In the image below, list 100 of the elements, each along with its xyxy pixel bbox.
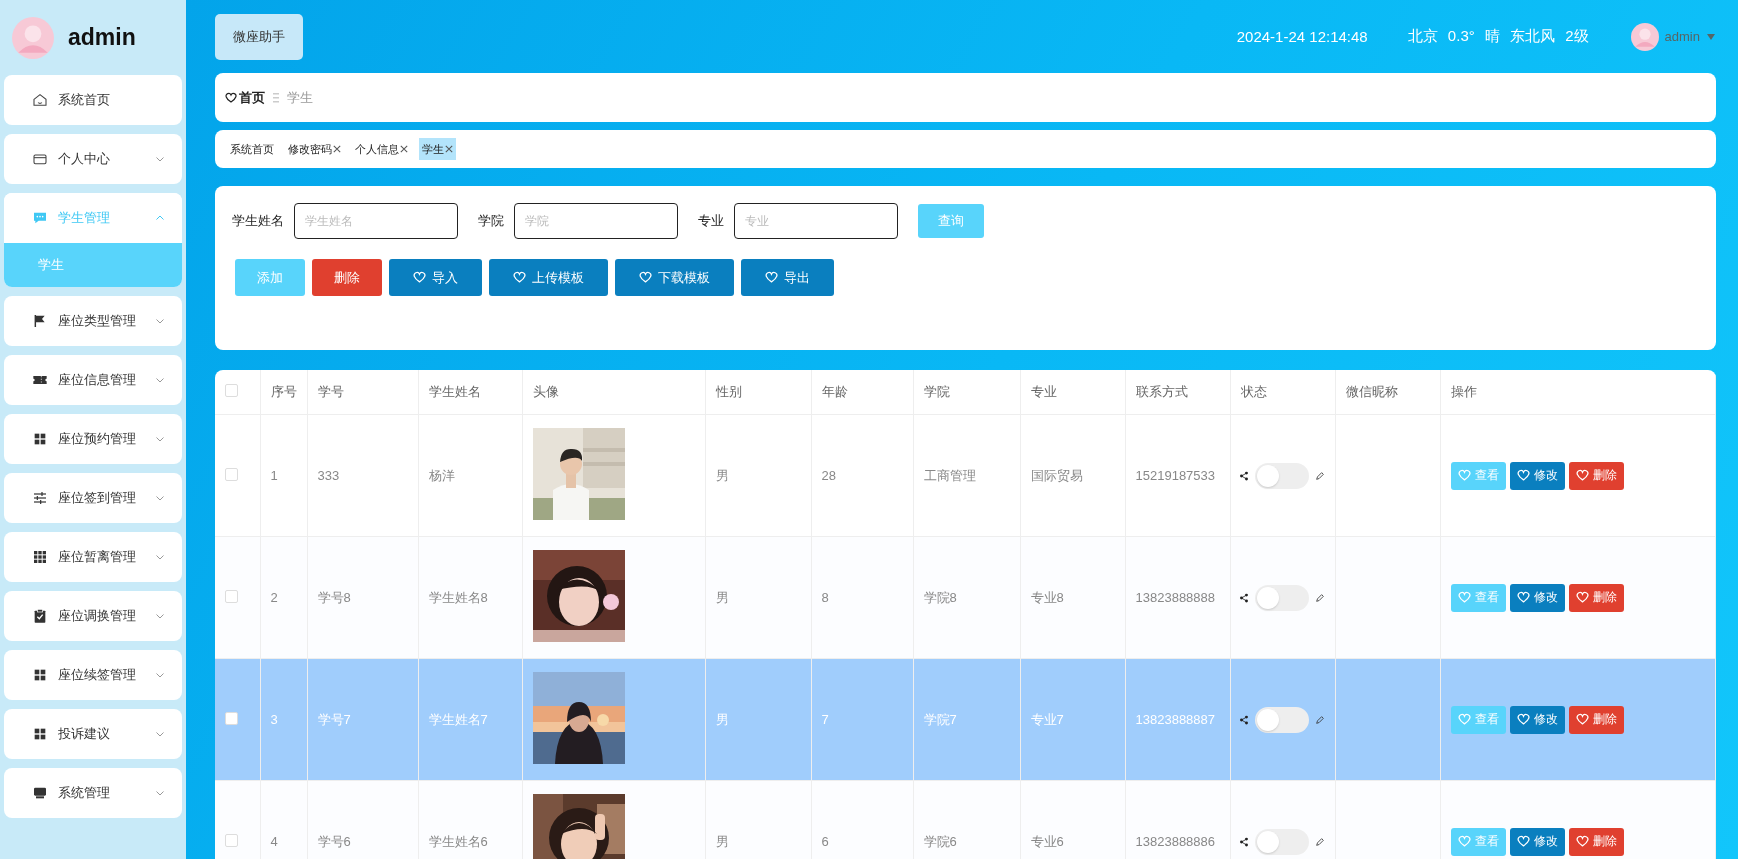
grid-icon xyxy=(32,431,48,447)
column-header: 微信昵称 xyxy=(1335,370,1440,415)
heart-icon xyxy=(765,271,778,284)
close-icon xyxy=(400,145,408,153)
table-cell: 学号6 xyxy=(307,780,418,859)
row-action-button[interactable]: 删除 xyxy=(1568,827,1624,856)
checkbox[interactable] xyxy=(225,589,238,603)
share-icon xyxy=(1238,714,1249,725)
table-cell: 工商管理 xyxy=(913,414,1020,537)
breadcrumb-link[interactable]: 首页 xyxy=(239,88,265,107)
checkbox[interactable] xyxy=(225,833,238,847)
checkbox[interactable] xyxy=(225,711,238,725)
sidebar-item[interactable]: 系统管理 xyxy=(4,768,182,818)
share-icon xyxy=(1238,836,1249,847)
row-action-button[interactable]: 修改 xyxy=(1509,827,1565,856)
heart-icon xyxy=(1457,591,1471,604)
action-button[interactable]: 导出 xyxy=(741,259,834,296)
table-cell: 杨洋 xyxy=(418,414,522,537)
pencil-icon xyxy=(1314,836,1325,847)
heart-icon xyxy=(513,271,526,284)
sidebar-item[interactable]: 个人中心 xyxy=(4,134,182,184)
column-header: 操作 xyxy=(1440,370,1716,415)
heart-icon xyxy=(1575,469,1589,482)
separator-icon xyxy=(273,91,279,104)
checkbox[interactable] xyxy=(225,384,238,397)
column-header: 状态 xyxy=(1230,370,1335,415)
heart-icon xyxy=(1575,713,1589,726)
action-button[interactable]: 下载模板 xyxy=(615,259,734,296)
table-row[interactable]: 3 学号7 学生姓名7 男 7 学院7 专业7 13823888887 查看 修改 删除 xyxy=(215,658,1716,781)
action-button[interactable]: 导入 xyxy=(389,259,482,296)
heart-icon xyxy=(413,271,426,284)
heart-icon xyxy=(1575,835,1589,848)
sidebar-item[interactable]: 系统首页 xyxy=(4,75,182,125)
tab[interactable]: 学生 xyxy=(419,138,456,160)
tab[interactable]: 系统首页 xyxy=(227,138,277,160)
table-cell: 学院8 xyxy=(913,536,1020,659)
table-cell: 男 xyxy=(705,658,811,781)
sidebar-item[interactable]: 座位暂离管理 xyxy=(4,532,182,582)
toggle-switch[interactable] xyxy=(1254,462,1309,489)
column-header: 序号 xyxy=(260,370,307,415)
table-cell: 学院6 xyxy=(913,780,1020,859)
pencil-icon xyxy=(1314,592,1325,603)
sidebar-item[interactable]: 座位签到管理 xyxy=(4,473,182,523)
heart-icon xyxy=(1457,469,1471,482)
action-button[interactable]: 删除 xyxy=(312,259,382,296)
table-cell: 专业8 xyxy=(1020,536,1125,659)
column-header: 学院 xyxy=(913,370,1020,415)
user-menu[interactable]: admin xyxy=(1630,22,1716,51)
tab[interactable]: 修改密码 xyxy=(285,138,344,160)
row-action-button[interactable]: 修改 xyxy=(1509,583,1565,612)
table-cell: 8 xyxy=(811,536,913,659)
search-field[interactable]: 学院 xyxy=(514,203,678,239)
toggle-switch[interactable] xyxy=(1254,706,1309,733)
heart-icon xyxy=(1516,469,1530,482)
row-action-button[interactable]: 修改 xyxy=(1509,461,1565,490)
datetime-text: 2024-1-24 12:14:48 xyxy=(1236,28,1368,45)
field-label: 专业 xyxy=(698,212,724,230)
table-row[interactable]: 1 333 杨洋 男 28 工商管理 国际贸易 15219187533 查看 修改 删除 xyxy=(215,414,1716,537)
search-field[interactable]: 学生姓名 xyxy=(294,203,458,239)
clipboard-icon xyxy=(32,608,48,624)
avatar-icon xyxy=(1630,22,1659,51)
table-cell: 专业6 xyxy=(1020,780,1125,859)
table-row[interactable]: 2 学号8 学生姓名8 男 8 学院8 专业8 13823888888 查看 修改 删除 xyxy=(215,536,1716,659)
table-cell: 国际贸易 xyxy=(1020,414,1125,537)
row-action-button[interactable]: 修改 xyxy=(1509,705,1565,734)
table-row[interactable]: 4 学号6 学生姓名6 男 6 学院6 专业6 13823888886 查看 修改 删除 xyxy=(215,780,1716,859)
column-header: 年龄 xyxy=(811,370,913,415)
row-action-button[interactable]: 删除 xyxy=(1568,583,1624,612)
sidebar-item[interactable]: 座位续签管理 xyxy=(4,650,182,700)
toggle-switch[interactable] xyxy=(1254,584,1309,611)
row-action-button[interactable]: 删除 xyxy=(1568,705,1624,734)
checkbox[interactable] xyxy=(225,467,238,481)
sidebar-item[interactable]: 投诉建议 xyxy=(4,709,182,759)
table-cell: 28 xyxy=(811,414,913,537)
table-cell: 4 xyxy=(260,780,307,859)
row-action-button[interactable]: 删除 xyxy=(1568,461,1624,490)
brand-name: admin xyxy=(68,24,136,51)
card-icon xyxy=(32,151,48,167)
search-field[interactable]: 专业 xyxy=(734,203,898,239)
sidebar-item[interactable]: 座位类型管理 xyxy=(4,296,182,346)
field-label: 学院 xyxy=(478,212,504,230)
avatar-icon xyxy=(12,16,54,59)
sidebar-item[interactable]: 座位调换管理 xyxy=(4,591,182,641)
action-button[interactable]: 上传模板 xyxy=(489,259,608,296)
toggle-switch[interactable] xyxy=(1254,828,1309,855)
sidebar-item[interactable]: 座位预约管理 xyxy=(4,414,182,464)
heart-icon xyxy=(1457,835,1471,848)
table-cell: 男 xyxy=(705,536,811,659)
close-icon xyxy=(333,145,341,153)
grid-icon xyxy=(32,667,48,683)
heart-icon xyxy=(1516,835,1530,848)
heart-icon xyxy=(1575,591,1589,604)
column-header: 学生姓名 xyxy=(418,370,522,415)
tab[interactable]: 个人信息 xyxy=(352,138,411,160)
home-icon xyxy=(32,92,48,108)
sidebar-item[interactable]: 座位信息管理 xyxy=(4,355,182,405)
table-cell: 学生姓名7 xyxy=(418,658,522,781)
assistant-button[interactable]: 微座助手 xyxy=(215,13,303,60)
table-cell: 13823888887 xyxy=(1125,658,1230,781)
table-cell: 3 xyxy=(260,658,307,781)
